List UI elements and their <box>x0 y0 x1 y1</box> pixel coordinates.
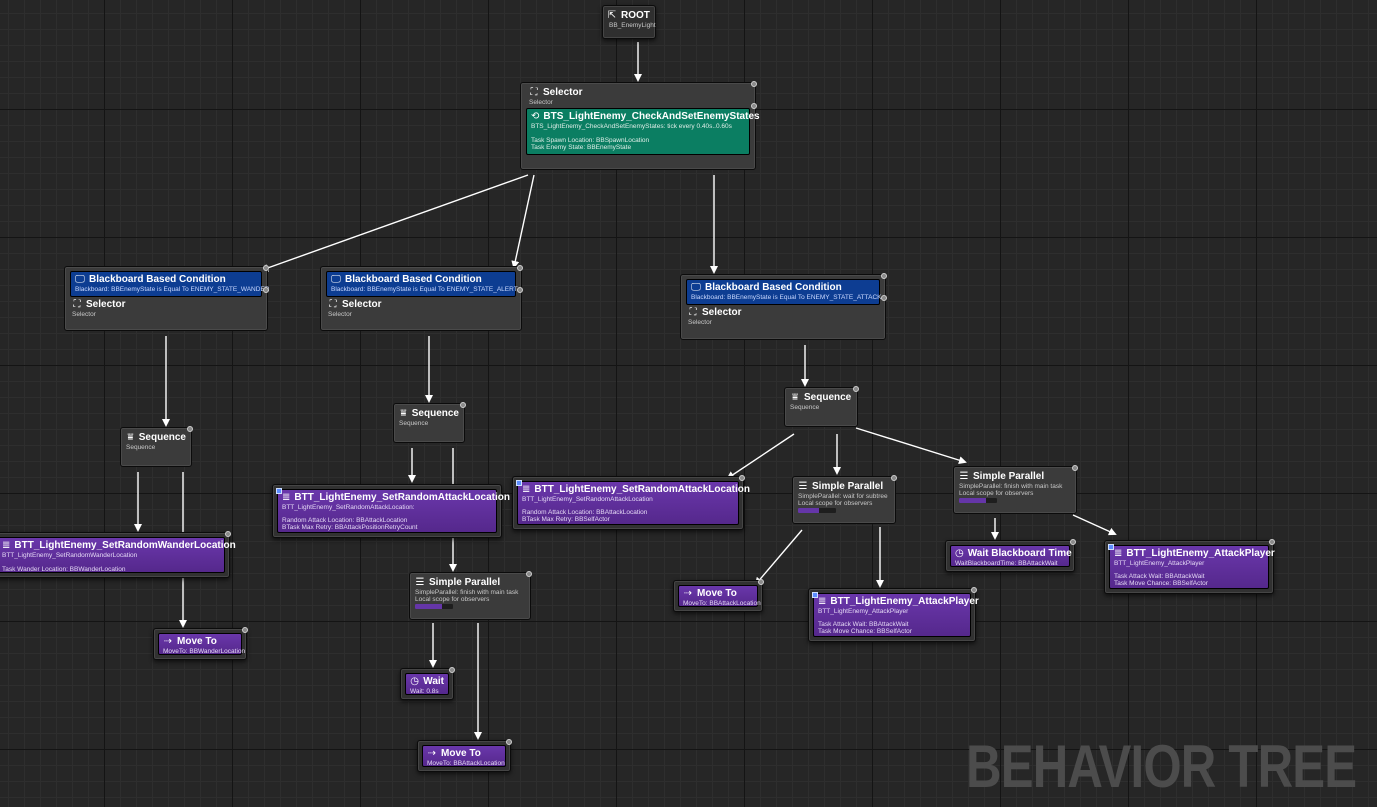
parallel-progress-bar <box>798 508 836 513</box>
attack-sequence-node[interactable]: ⩸ Sequence Sequence <box>784 386 859 427</box>
main-selector-node[interactable]: ⛶ Selector Selector ⟲ BTS_LightEnemy_Check… <box>520 81 760 170</box>
task-icon: ≣ <box>282 492 291 503</box>
wire-selector-alert <box>511 174 535 269</box>
output-pin[interactable] <box>971 587 977 593</box>
move-to-icon: ⇢ <box>427 748 437 759</box>
decorator-blackboard-wander[interactable]: 🖵 Blackboard Based Condition Blackboard: … <box>70 271 269 297</box>
task-icon: ≣ <box>2 540 11 551</box>
task-set-random-attack-location-alert[interactable]: ≣ BTT_LightEnemy_SetRandomAttackLocation … <box>272 484 510 538</box>
root-node[interactable]: ⇱ ROOT BB_EnemyLight <box>602 5 656 39</box>
parallel-progress-bar <box>415 604 453 609</box>
task-set-random-wander-location[interactable]: ≣ BTT_LightEnemy_SetRandomWanderLocation … <box>0 531 236 578</box>
output-pin[interactable] <box>517 265 523 271</box>
parallel-progress-bar <box>959 498 997 503</box>
wait-icon: ◷ <box>410 676 419 687</box>
task-set-random-attack-location-attack[interactable]: ≣ BTT_LightEnemy_SetRandomAttackLocation … <box>512 475 750 530</box>
task-move-to-wander[interactable]: ⇢ Move To MoveTo: BBWanderLocation <box>153 627 248 660</box>
root-icon: ⇱ <box>607 10 617 21</box>
task-wait-blackboard-time[interactable]: ◷ Wait Blackboard Time WaitBlackboardTime… <box>945 539 1076 572</box>
blackboard-icon: 🖵 <box>331 274 341 285</box>
task-move-to-attack[interactable]: ⇢ Move To MoveTo: BBAttackLocation <box>673 579 764 612</box>
output-pin[interactable] <box>739 475 745 481</box>
attack-simple-parallel-a-node[interactable]: ☰ Simple Parallel SimpleParallel: wait fo… <box>792 475 897 524</box>
attack-selector-node[interactable]: 🖵 Blackboard Based Condition Blackboard: … <box>680 273 887 340</box>
sequence-icon: ⩸ <box>400 408 407 419</box>
blackboard-icon: 🖵 <box>75 274 85 285</box>
task-icon: ≣ <box>522 484 531 495</box>
task-attack-player-a[interactable]: ≣ BTT_LightEnemy_AttackPlayer BTT_LightEn… <box>808 587 979 642</box>
decorator-blackboard-alert[interactable]: 🖵 Blackboard Based Condition Blackboard: … <box>326 271 518 297</box>
behavior-tree-graph[interactable]: ⇱ ROOT BB_EnemyLight ⛶ Selector Selector ⟲… <box>0 0 1377 807</box>
alert-selector-node[interactable]: 🖵 Blackboard Based Condition Blackboard: … <box>320 265 523 331</box>
behavior-tree-watermark: BEHAVIOR TREE <box>966 733 1357 800</box>
wire-parallel-a-moveto <box>754 529 803 586</box>
output-pin[interactable] <box>449 667 455 673</box>
task-move-to-alert[interactable]: ⇢ Move To MoveTo: BBAttackLocation <box>417 739 512 772</box>
parallel-icon: ☰ <box>415 577 425 588</box>
output-pin[interactable] <box>881 273 887 279</box>
output-pin[interactable] <box>853 386 859 392</box>
progress-fill <box>798 508 819 513</box>
move-to-icon: ⇢ <box>683 588 693 599</box>
selector-icon: ⛶ <box>329 299 337 310</box>
output-pin[interactable] <box>460 402 466 408</box>
task-wait-alert[interactable]: ◷ Wait Wait: 0.8s <box>400 667 455 700</box>
output-pin[interactable] <box>225 531 231 537</box>
sequence-icon: ⩸ <box>791 392 799 403</box>
task-icon: ≣ <box>818 596 827 607</box>
sequence-icon: ⩸ <box>127 432 134 443</box>
output-pin[interactable] <box>891 475 897 481</box>
wire-selector-wander <box>260 174 529 272</box>
output-pin[interactable] <box>1072 465 1078 471</box>
alert-sequence-node[interactable]: ⩸ Sequence Sequence <box>393 402 466 443</box>
task-icon: ≣ <box>1114 548 1123 559</box>
wander-sequence-node[interactable]: ⩸ Sequence Sequence <box>120 426 193 467</box>
selector-icon: ⛶ <box>689 307 697 318</box>
output-pin[interactable] <box>506 739 512 745</box>
service-icon: ⟲ <box>531 111 540 122</box>
decorator-blackboard-attack[interactable]: 🖵 Blackboard Based Condition Blackboard: … <box>686 279 882 305</box>
output-pin[interactable] <box>526 571 532 577</box>
output-pin[interactable] <box>517 287 523 293</box>
output-pin[interactable] <box>1070 539 1076 545</box>
breakpoint-flag <box>516 480 522 486</box>
wire-attack-parallel-b <box>855 427 967 465</box>
breakpoint-flag <box>1108 544 1114 550</box>
breakpoint-flag <box>812 592 818 598</box>
progress-fill <box>415 604 442 609</box>
wire-attack-setloc <box>726 433 795 480</box>
output-pin[interactable] <box>751 103 757 109</box>
wire-parallel-b-attack <box>1072 514 1117 536</box>
output-pin[interactable] <box>263 265 269 271</box>
selector-icon: ⛶ <box>530 87 538 98</box>
output-pin[interactable] <box>751 81 757 87</box>
output-pin[interactable] <box>242 627 248 633</box>
blackboard-icon: 🖵 <box>691 282 701 293</box>
output-pin[interactable] <box>758 579 764 585</box>
parallel-icon: ☰ <box>798 481 808 492</box>
breakpoint-flag <box>276 488 282 494</box>
alert-simple-parallel-node[interactable]: ☰ Simple Parallel SimpleParallel: finish … <box>409 571 532 620</box>
progress-fill <box>959 498 986 503</box>
wander-selector-node[interactable]: 🖵 Blackboard Based Condition Blackboard: … <box>64 265 269 331</box>
wait-icon: ◷ <box>955 548 964 559</box>
output-pin[interactable] <box>263 287 269 293</box>
parallel-icon: ☰ <box>959 471 969 482</box>
move-to-icon: ⇢ <box>163 636 173 647</box>
output-pin[interactable] <box>881 295 887 301</box>
attack-simple-parallel-b-node[interactable]: ☰ Simple Parallel SimpleParallel: finish … <box>953 465 1078 514</box>
task-attack-player-b[interactable]: ≣ BTT_LightEnemy_AttackPlayer BTT_LightEn… <box>1104 539 1275 594</box>
output-pin[interactable] <box>187 426 193 432</box>
output-pin[interactable] <box>1269 539 1275 545</box>
selector-icon: ⛶ <box>73 299 81 310</box>
service-bts-checkandset[interactable]: ⟲ BTS_LightEnemy_CheckAndSetEnemyStates B… <box>526 108 760 155</box>
